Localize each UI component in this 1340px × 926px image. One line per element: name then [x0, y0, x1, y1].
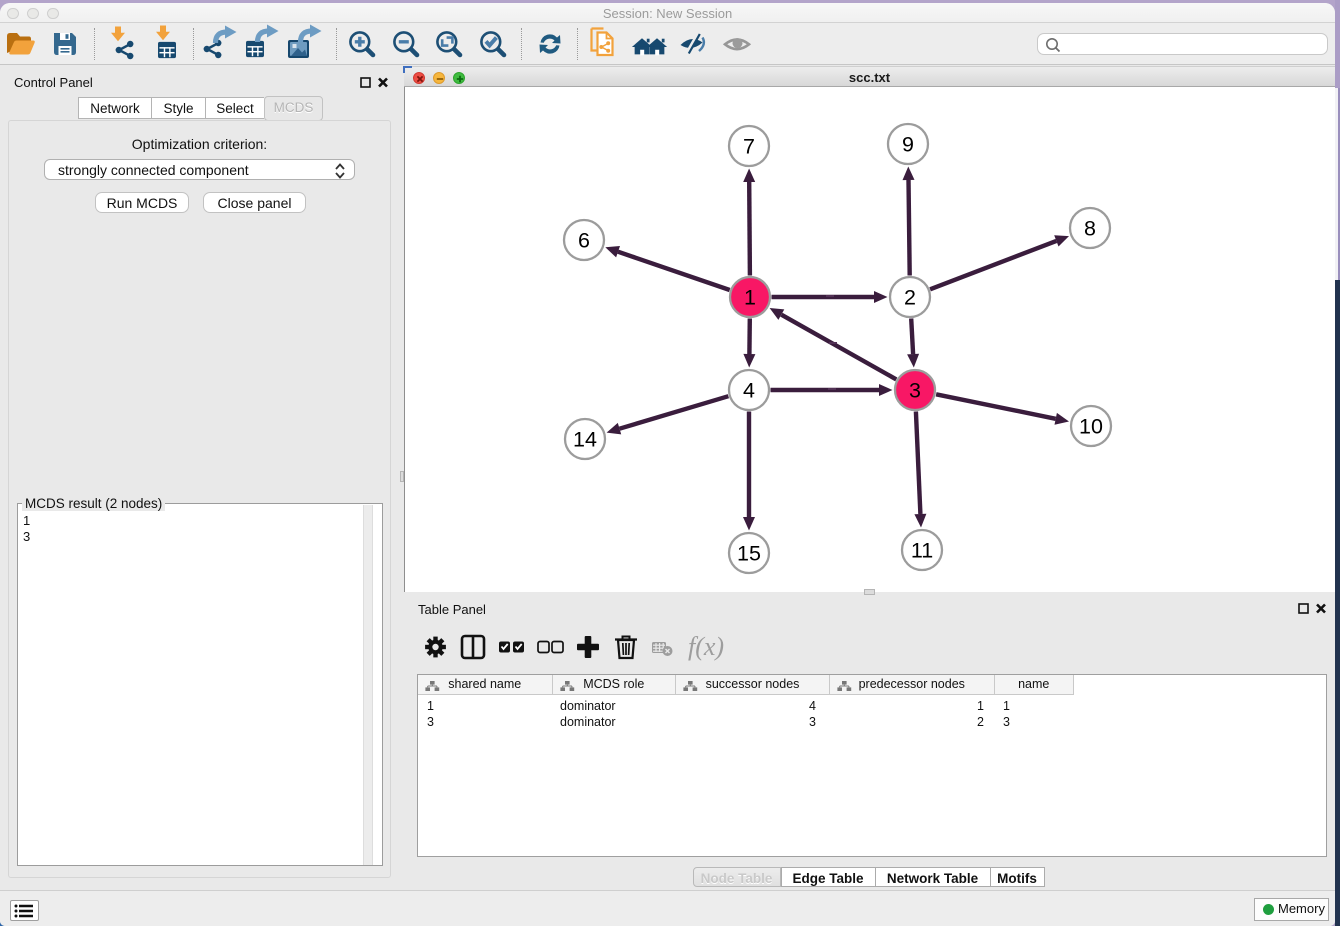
svg-text:3: 3 [909, 379, 921, 403]
svg-text:4: 4 [743, 379, 755, 403]
svg-text:2: 2 [904, 286, 916, 310]
svg-text:6: 6 [578, 229, 590, 253]
svg-text:11: 11 [911, 539, 933, 563]
svg-text:1: 1 [744, 286, 756, 310]
svg-text:9: 9 [902, 133, 914, 157]
svg-text:14: 14 [573, 428, 597, 452]
svg-text:8: 8 [1084, 217, 1096, 241]
svg-text:f(x): f(x) [688, 632, 724, 661]
svg-text:10: 10 [1079, 415, 1103, 439]
svg-text:7: 7 [743, 135, 755, 159]
svg-text:15: 15 [737, 542, 761, 566]
